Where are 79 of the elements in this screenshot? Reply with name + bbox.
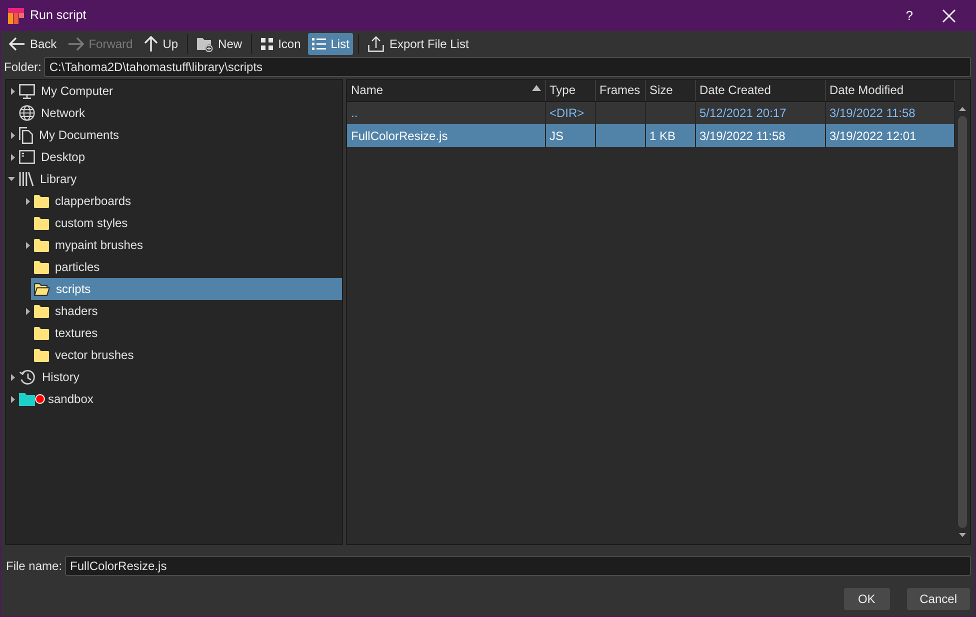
folder-icon <box>34 216 49 230</box>
tree-item[interactable]: sandbox <box>16 388 342 410</box>
open-folder-icon <box>34 282 50 296</box>
caret-icon[interactable] <box>11 88 15 94</box>
ok-button[interactable]: OK <box>844 588 890 610</box>
history-icon <box>19 368 36 386</box>
arrow-left-icon <box>9 37 25 51</box>
column-header[interactable]: Date Created <box>695 80 825 101</box>
caret-icon[interactable] <box>26 242 30 248</box>
file-name-label: File name: <box>6 558 62 575</box>
tree-item[interactable]: My Computer <box>16 80 342 102</box>
back-button[interactable]: Back <box>5 33 61 55</box>
grid-icon <box>261 38 274 50</box>
caret-icon[interactable] <box>11 154 15 160</box>
folder-path-field[interactable]: C:\Tahoma2D\tahomastuff\library\scripts <box>44 57 971 77</box>
folder-icon <box>34 348 49 362</box>
tray-arrow-up-icon <box>368 36 384 52</box>
window-title: Run script <box>30 7 86 24</box>
folder-icon <box>19 392 35 406</box>
caret-icon[interactable] <box>8 177 15 181</box>
caret-icon[interactable] <box>11 374 15 380</box>
monitor-icon <box>19 84 35 98</box>
desktop-icon <box>19 150 35 164</box>
file-name-field[interactable]: FullColorResize.js <box>65 556 971 576</box>
close-icon[interactable] <box>942 8 956 22</box>
table-cell: 1 KB <box>645 124 695 147</box>
tree-item[interactable]: My Documents <box>16 124 342 146</box>
folder-plus-icon <box>197 36 214 52</box>
folder-icon <box>34 260 49 274</box>
scroll-up-arrow-icon[interactable] <box>959 107 966 111</box>
scrollbar-thumb[interactable] <box>958 116 967 528</box>
status-dot-icon <box>35 394 45 404</box>
column-header[interactable]: Date Modified <box>825 80 954 101</box>
tree-item[interactable]: vector brushes <box>31 344 342 366</box>
tree-item[interactable]: Library <box>16 168 342 190</box>
arrow-right-icon <box>68 37 84 51</box>
caret-icon[interactable] <box>11 132 15 138</box>
tree-item[interactable]: shaders <box>31 300 342 322</box>
globe-icon <box>19 105 35 121</box>
tree-item[interactable]: particles <box>31 256 342 278</box>
caret-icon[interactable] <box>26 198 30 204</box>
column-header[interactable]: Name <box>347 80 545 101</box>
table-cell: JS <box>545 124 595 147</box>
icon-view-button[interactable]: Icon <box>257 33 305 55</box>
help-button[interactable]: ? <box>902 8 916 24</box>
folder-icon <box>34 304 49 318</box>
file-row[interactable]: FullColorResize.js JS 1 KB 3/19/2022 11:58 3/19/2022 12:01 <box>347 124 954 147</box>
tree-item[interactable]: clapperboards <box>31 190 342 212</box>
table-cell: FullColorResize.js <box>347 124 545 147</box>
caret-icon[interactable] <box>26 308 30 314</box>
list-icon <box>312 38 326 50</box>
books-icon <box>19 171 34 187</box>
table-cell: 3/19/2022 12:01 <box>825 124 954 147</box>
folder-icon <box>34 326 49 340</box>
new-folder-button[interactable]: New <box>193 33 246 55</box>
list-view-button[interactable]: List <box>308 33 354 55</box>
tree-item[interactable]: Desktop <box>16 146 342 168</box>
column-header[interactable]: Type <box>545 80 595 101</box>
column-header[interactable]: Size <box>645 80 695 101</box>
tree-item[interactable]: mypaint brushes <box>31 234 342 256</box>
column-header[interactable]: Frames <box>595 80 645 101</box>
cancel-button[interactable]: Cancel <box>906 588 970 610</box>
table-cell: 3/19/2022 11:58 <box>695 124 825 147</box>
tree-item[interactable]: Network <box>16 102 342 124</box>
tree-item[interactable]: custom styles <box>31 212 342 234</box>
file-row[interactable]: .. <DIR> 5/12/2021 20:17 3/19/2022 11:58 <box>347 101 954 124</box>
caret-icon[interactable] <box>11 396 15 402</box>
export-button[interactable]: Export File List <box>364 33 473 55</box>
folder-label: Folder: <box>4 59 42 76</box>
up-button[interactable]: Up <box>140 33 182 55</box>
scroll-down-arrow-icon[interactable] <box>959 533 966 537</box>
documents-icon <box>19 126 33 144</box>
arrow-up-icon <box>144 36 158 52</box>
folder-icon <box>34 194 49 208</box>
folder-icon <box>34 238 49 252</box>
tree-item[interactable]: scripts <box>31 278 342 300</box>
tree-item[interactable]: History <box>16 366 342 388</box>
logo-icon <box>8 8 24 24</box>
tree-item[interactable]: textures <box>31 322 342 344</box>
